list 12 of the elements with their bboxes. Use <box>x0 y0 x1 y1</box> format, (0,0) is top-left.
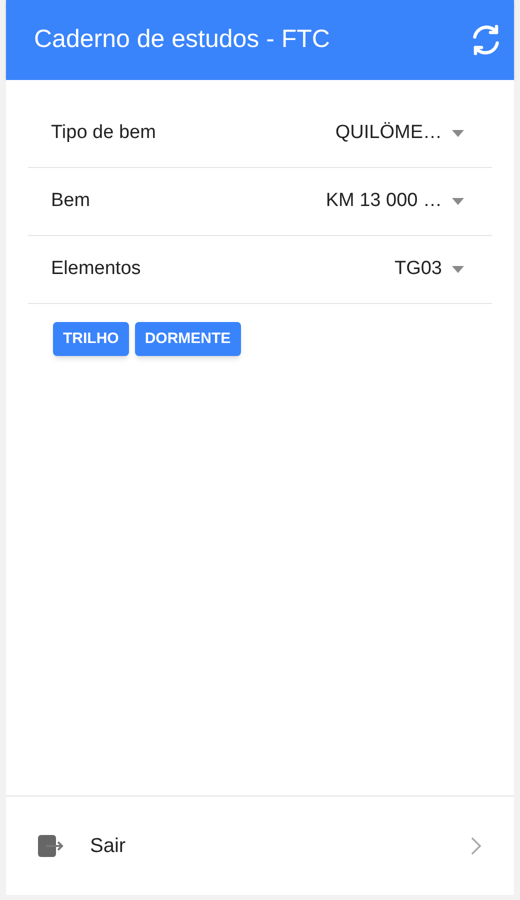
dropdown-row[interactable]: Elementos TG03 <box>28 236 492 304</box>
dropdown-caret-icon <box>452 130 464 137</box>
app-title: Caderno de estudos - FTC <box>34 24 330 56</box>
logout-icon <box>38 834 66 858</box>
dropdown-caret-icon <box>452 198 464 205</box>
dropdown-row[interactable]: Bem KM 13 000 … <box>28 168 492 236</box>
logout-row[interactable]: Sair <box>6 797 514 895</box>
chevron-right-icon <box>470 836 482 856</box>
element-chip[interactable]: TRILHO <box>53 322 129 356</box>
dropdown-row[interactable]: Tipo de bem QUILÖME… <box>28 100 492 168</box>
element-chip[interactable]: DORMENTE <box>134 322 241 356</box>
dropdown-caret-icon <box>452 266 464 273</box>
